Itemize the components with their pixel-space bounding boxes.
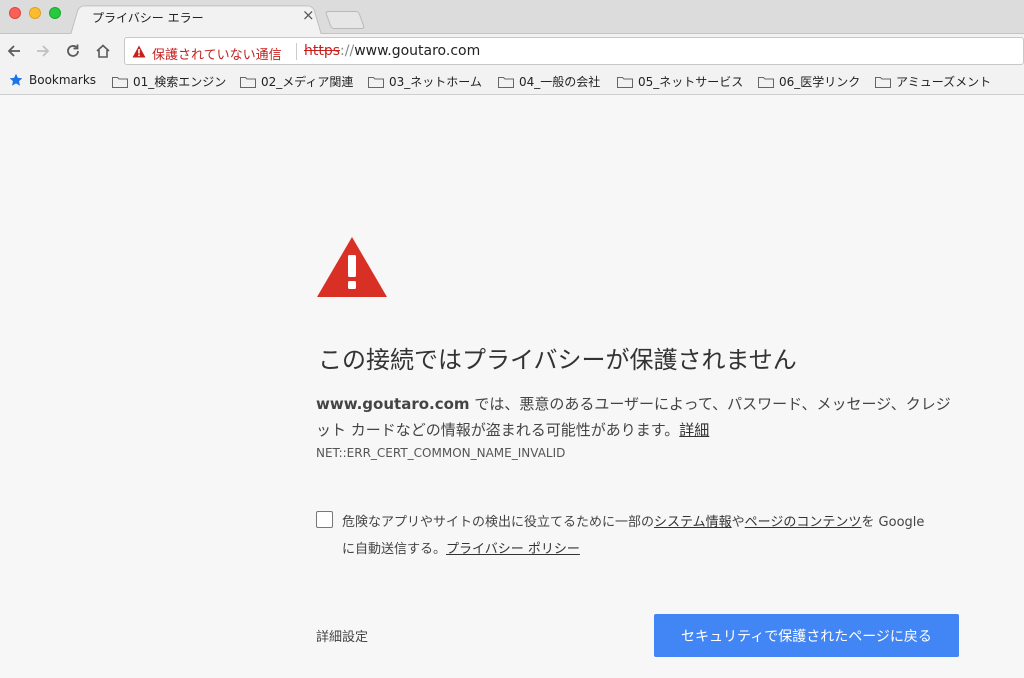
folder-icon xyxy=(617,76,633,88)
bookmark-folder-label: 04_一般の会社 xyxy=(519,75,601,89)
url-separator: :// xyxy=(340,43,355,59)
window-close-button[interactable] xyxy=(9,7,21,19)
back-button[interactable] xyxy=(3,40,25,62)
forward-arrow-icon xyxy=(37,45,50,57)
folder-icon xyxy=(240,76,256,88)
folder-icon xyxy=(112,76,128,88)
system-info-link[interactable]: システム情報 xyxy=(654,515,732,530)
new-tab-button[interactable] xyxy=(324,11,366,29)
page-content-link[interactable]: ページのコンテンツ xyxy=(745,515,862,530)
url-host: www.goutaro.com xyxy=(354,43,481,59)
page-title: この接続ではプライバシーが保護されません xyxy=(318,346,797,374)
back-arrow-icon xyxy=(7,45,20,57)
folder-icon xyxy=(498,76,514,88)
optin-text: 危険なアプリやサイトの検出に役立てるために一部の xyxy=(342,515,655,530)
error-code[interactable]: NET::ERR_CERT_COMMON_NAME_INVALID xyxy=(316,446,565,460)
window-minimize-button[interactable] xyxy=(29,7,41,19)
bookmark-folder-label: 03_ネットホーム xyxy=(389,75,482,89)
bookmark-folder-02[interactable]: 02_メディア関連 xyxy=(240,73,353,90)
window-maximize-button[interactable] xyxy=(49,7,61,19)
privacy-policy-link[interactable]: プライバシー ポリシー xyxy=(446,542,580,557)
url-text[interactable]: https://www.goutaro.com xyxy=(304,43,480,59)
extended-reporting-label: 危険なアプリやサイトの検出に役立てるために一部のシステム情報やページのコンテンツ… xyxy=(342,509,932,563)
bookmarks-star-item[interactable]: Bookmarks xyxy=(9,73,96,87)
bookmark-folder-label: 05_ネットサービス xyxy=(638,75,744,89)
address-bar[interactable]: 保護されていない通信 https://www.goutaro.com xyxy=(124,37,1024,65)
tab-strip: プライバシー エラー × xyxy=(0,0,1024,36)
bookmark-folder-label: 06_医学リンク xyxy=(779,75,861,89)
advanced-button[interactable]: 詳細設定 xyxy=(316,626,368,645)
bookmark-folder-03[interactable]: 03_ネットホーム xyxy=(368,73,482,90)
description: www.goutaro.com では、悪意のあるユーザーによって、パスワード、メ… xyxy=(316,391,952,443)
back-to-safety-button[interactable]: セキュリティで保護されたページに戻る xyxy=(654,614,959,657)
bookmark-folder-label: 02_メディア関連 xyxy=(261,75,354,89)
extended-reporting-checkbox[interactable] xyxy=(316,511,333,528)
tab-close-icon[interactable]: × xyxy=(302,7,315,23)
reload-button[interactable] xyxy=(62,40,84,62)
bookmarks-bar: Bookmarks 01_検索エンジン 02_メディア関連 03_ネットホーム … xyxy=(0,68,1024,95)
folder-icon xyxy=(875,76,891,88)
bookmark-folder-06[interactable]: 06_医学リンク xyxy=(758,73,860,90)
url-scheme: https xyxy=(304,43,341,59)
tab-title: プライバシー エラー xyxy=(92,11,204,25)
not-secure-label[interactable]: 保護されていない通信 xyxy=(152,44,282,63)
optin-text: や xyxy=(731,515,745,530)
folder-icon xyxy=(368,76,384,88)
bookmark-folder-label: アミューズメント xyxy=(896,75,992,89)
warning-triangle-icon xyxy=(132,45,146,58)
bookmark-folder-04[interactable]: 04_一般の会社 xyxy=(498,73,600,90)
folder-icon xyxy=(758,76,774,88)
star-icon xyxy=(9,73,23,86)
home-button[interactable] xyxy=(92,40,114,62)
large-warning-icon xyxy=(317,237,387,297)
omnibox-divider xyxy=(296,43,297,60)
bookmark-folder-01[interactable]: 01_検索エンジン xyxy=(112,73,226,90)
bookmark-folder-05[interactable]: 05_ネットサービス xyxy=(617,73,743,90)
description-domain: www.goutaro.com xyxy=(316,395,470,413)
reload-icon xyxy=(67,44,79,57)
bookmark-folder-07[interactable]: アミューズメント xyxy=(875,73,991,90)
bookmarks-label: Bookmarks xyxy=(29,73,97,87)
bookmark-folder-label: 01_検索エンジン xyxy=(133,75,227,89)
learn-more-link[interactable]: 詳細 xyxy=(679,421,709,439)
home-icon xyxy=(96,44,110,58)
forward-button[interactable] xyxy=(32,40,54,62)
